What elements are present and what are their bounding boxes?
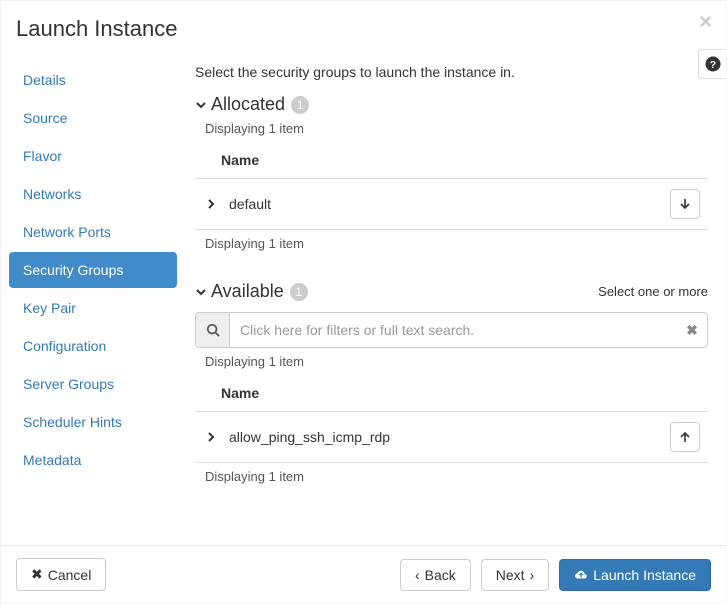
modal-body: Details Source Flavor Networks Network P… — [1, 52, 726, 542]
chevron-down-icon — [195, 99, 205, 111]
search-icon — [206, 323, 220, 337]
allocate-button[interactable] — [670, 422, 700, 452]
sidebar-item-metadata[interactable]: Metadata — [9, 442, 177, 478]
close-icon[interactable]: × — [699, 11, 712, 33]
allocated-col-name: Name — [195, 144, 708, 178]
search-icon-box[interactable] — [196, 313, 230, 347]
available-title: Available — [211, 281, 284, 302]
help-button[interactable]: ? — [698, 49, 726, 79]
allocated-displaying-bottom: Displaying 1 item — [205, 236, 708, 251]
cloud-upload-icon — [574, 568, 588, 582]
sidebar-item-configuration[interactable]: Configuration — [9, 328, 177, 364]
chevron-right-icon: › — [530, 567, 535, 583]
chevron-down-icon — [195, 286, 205, 298]
available-col-name: Name — [195, 377, 708, 411]
modal-footer: ✖ Cancel ‹ Back Next › Launch Instance — [1, 545, 726, 603]
arrow-down-icon — [679, 198, 691, 210]
wizard-sidebar: Details Source Flavor Networks Network P… — [9, 52, 177, 542]
sidebar-item-details[interactable]: Details — [9, 62, 177, 98]
sidebar-item-server-groups[interactable]: Server Groups — [9, 366, 177, 402]
available-header: Available 1 Select one or more — [195, 281, 708, 302]
sidebar-item-key-pair[interactable]: Key Pair — [9, 290, 177, 326]
allocated-header[interactable]: Allocated 1 — [195, 94, 708, 115]
allocated-displaying-top: Displaying 1 item — [205, 121, 708, 136]
sidebar-item-networks[interactable]: Networks — [9, 176, 177, 212]
sidebar-item-security-groups[interactable]: Security Groups — [9, 252, 177, 288]
cancel-button[interactable]: ✖ Cancel — [16, 558, 106, 591]
cancel-label: Cancel — [48, 567, 92, 583]
available-displaying-top: Displaying 1 item — [205, 354, 708, 369]
close-icon: ✖ — [686, 322, 698, 339]
allocated-row-name: default — [229, 196, 670, 212]
modal-header: Launch Instance × — [1, 1, 726, 52]
launch-instance-modal: Launch Instance × ? Details Source Flavo… — [0, 0, 727, 604]
clear-search-button[interactable]: ✖ — [677, 313, 707, 347]
arrow-up-icon — [679, 431, 691, 443]
back-label: Back — [425, 567, 456, 583]
launch-instance-button[interactable]: Launch Instance — [559, 559, 711, 591]
chevron-right-icon — [206, 199, 216, 209]
available-displaying-bottom: Displaying 1 item — [205, 469, 708, 484]
search-input[interactable] — [230, 313, 677, 347]
available-hint: Select one or more — [598, 284, 708, 299]
sidebar-item-network-ports[interactable]: Network Ports — [9, 214, 177, 250]
allocated-count-badge: 1 — [291, 96, 309, 114]
allocated-row: default — [195, 178, 708, 230]
main-panel: Select the security groups to launch the… — [177, 52, 726, 542]
available-header-toggle[interactable]: Available 1 — [195, 281, 308, 302]
available-count-badge: 1 — [290, 283, 308, 301]
available-row-name: allow_ping_ssh_icmp_rdp — [229, 429, 670, 445]
chevron-right-icon — [206, 432, 216, 442]
intro-text: Select the security groups to launch the… — [195, 64, 708, 80]
sidebar-item-source[interactable]: Source — [9, 100, 177, 136]
search-bar: ✖ — [195, 312, 708, 348]
help-icon: ? — [704, 55, 722, 73]
modal-title: Launch Instance — [16, 16, 711, 42]
svg-text:?: ? — [709, 59, 715, 71]
deallocate-button[interactable] — [670, 189, 700, 219]
next-button[interactable]: Next › — [481, 559, 549, 591]
launch-label: Launch Instance — [593, 567, 696, 583]
back-button[interactable]: ‹ Back — [400, 559, 471, 591]
expand-row-button[interactable] — [205, 199, 217, 209]
chevron-left-icon: ‹ — [415, 567, 420, 583]
next-label: Next — [496, 567, 525, 583]
close-icon: ✖ — [31, 566, 43, 583]
available-row: allow_ping_ssh_icmp_rdp — [195, 411, 708, 463]
sidebar-item-flavor[interactable]: Flavor — [9, 138, 177, 174]
allocated-title: Allocated — [211, 94, 285, 115]
sidebar-item-scheduler-hints[interactable]: Scheduler Hints — [9, 404, 177, 440]
expand-row-button[interactable] — [205, 432, 217, 442]
footer-right: ‹ Back Next › Launch Instance — [400, 559, 711, 591]
